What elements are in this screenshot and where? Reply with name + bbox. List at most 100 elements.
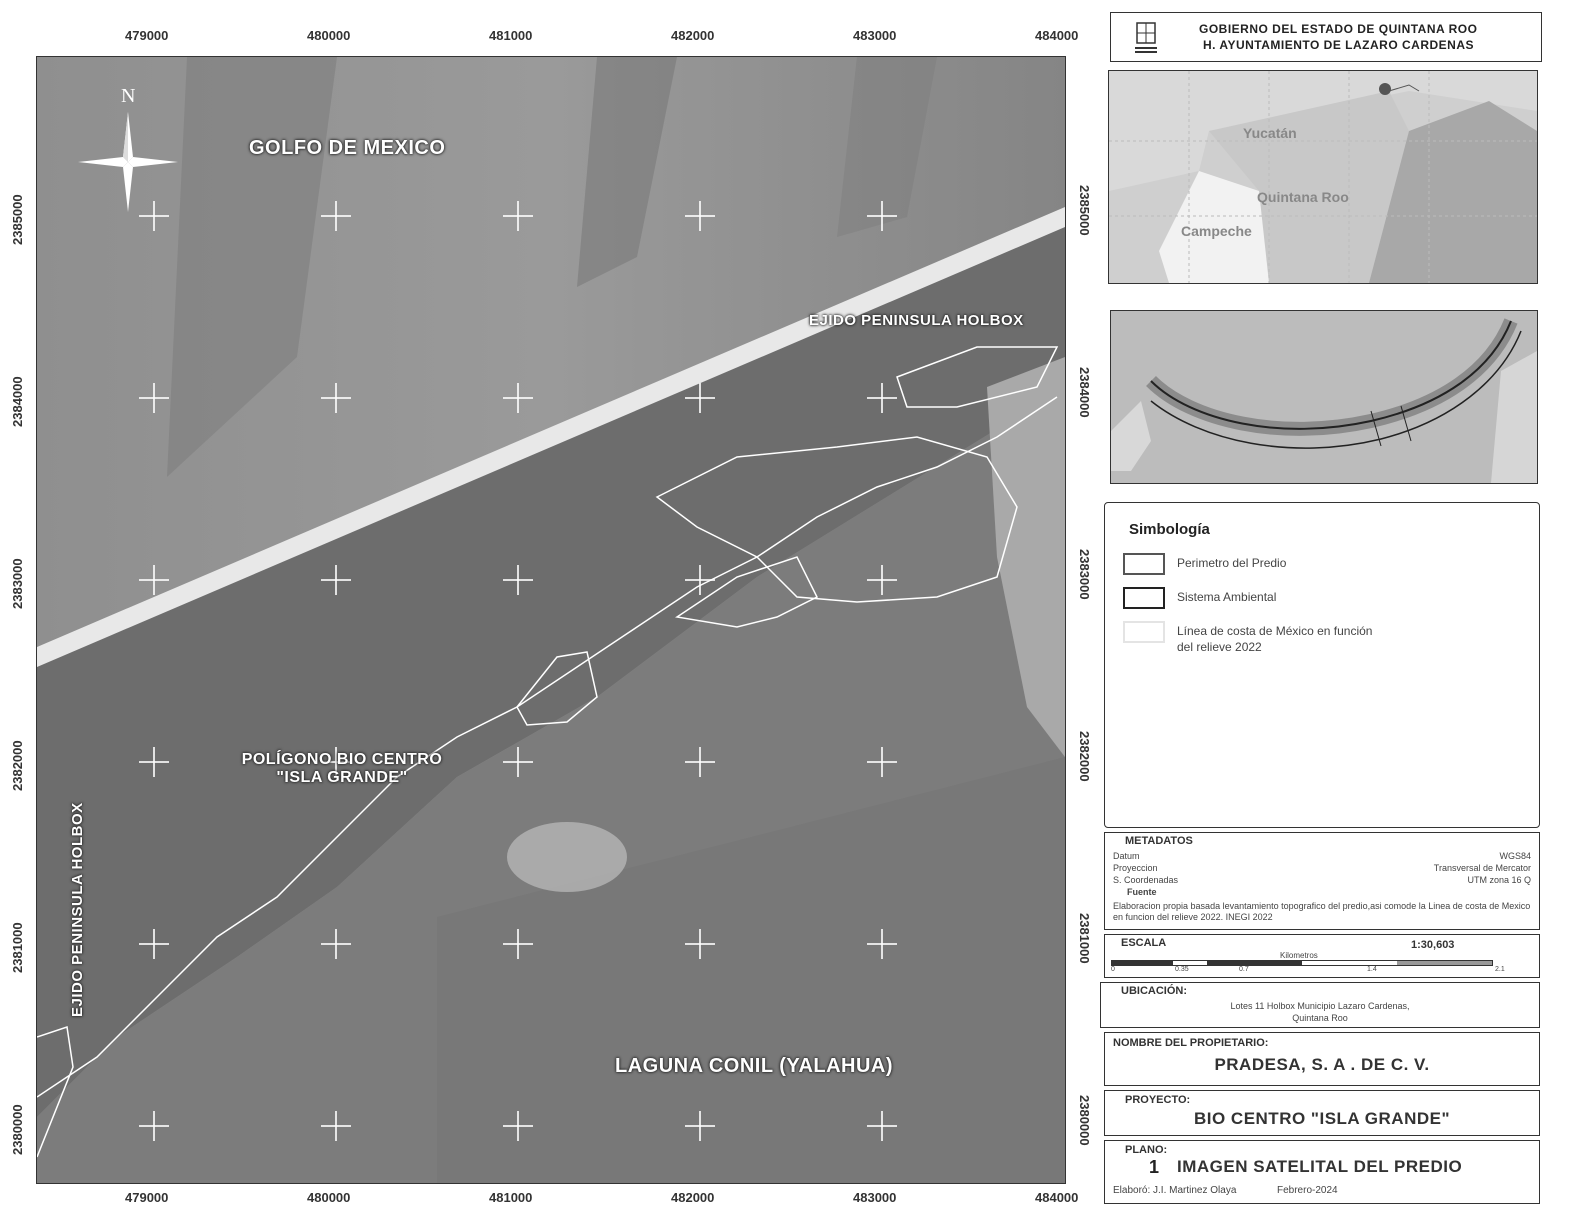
inset-region-imagery	[1109, 71, 1537, 283]
north-label: N	[121, 85, 136, 107]
grid-cross	[503, 201, 533, 231]
x-tick-label: 480000	[307, 28, 351, 43]
coords-label: S. Coordenadas	[1113, 875, 1179, 885]
x-tick-label: 482000	[671, 1190, 715, 1205]
grid-cross	[685, 747, 715, 777]
x-tick-label: 484000	[1035, 1190, 1079, 1205]
y-tick-label: 2385000	[10, 194, 25, 245]
label-laguna-conil: LAGUNA CONIL (YALAHUA)	[615, 1055, 894, 1077]
owner-name: PRADESA, S. A . DE C. V.	[1214, 1055, 1430, 1074]
inset-label-campeche: Campeche	[1181, 223, 1252, 239]
grid-cross	[867, 383, 897, 413]
source-text: Elaboracion propia basada levantamiento …	[1113, 901, 1531, 922]
x-tick-label: 479000	[125, 1190, 169, 1205]
y-tick-label: 2382000	[1077, 731, 1092, 782]
y-tick-label: 2383000	[10, 558, 25, 609]
label-poligono: POLÍGONO BIO CENTRO "ISLA GRANDE"	[232, 751, 452, 787]
grid-cross	[503, 929, 533, 959]
y-tick-label: 2383000	[1077, 549, 1092, 600]
scale-bar	[1111, 960, 1493, 966]
plan-date: Febrero-2024	[1277, 1185, 1338, 1196]
datum-value: WGS84	[1499, 851, 1531, 861]
grid-cross	[685, 1111, 715, 1141]
y-tick-label: 2381000	[10, 922, 25, 973]
coat-of-arms-icon	[1135, 22, 1157, 53]
inset-map-peninsula	[1110, 310, 1538, 484]
legend-title: Simbología	[1129, 521, 1210, 538]
scale-panel: ESCALA 1:30,603 Kilometros 0 0.35 0.7 1.4 2.…	[1104, 934, 1540, 978]
header-line2: H. AYUNTAMIENTO DE LAZARO CARDENAS	[1203, 38, 1475, 52]
metadata-panel: METADATOS Datum WGS84 Proyeccion Transve…	[1104, 832, 1540, 930]
metadata-title: METADATOS	[1125, 835, 1193, 847]
grid-cross	[321, 201, 351, 231]
grid-cross	[139, 747, 169, 777]
grid-cross	[867, 929, 897, 959]
y-tick-label: 2385000	[1077, 185, 1092, 236]
grid-cross	[139, 1111, 169, 1141]
location-line2: Quintana Roo	[1292, 1013, 1348, 1023]
project-title: PROYECTO:	[1125, 1094, 1191, 1106]
scale-tick-label: 0	[1111, 966, 1115, 973]
title-header: GOBIERNO DEL ESTADO DE QUINTANA ROO H. A…	[1110, 12, 1542, 62]
grid-cross	[139, 383, 169, 413]
owner-panel: NOMBRE DEL PROPIETARIO: PRADESA, S. A . …	[1104, 1032, 1540, 1086]
compass-rose-icon	[78, 112, 178, 212]
scale-tick-label: 0.7	[1239, 966, 1249, 973]
y-tick-label: 2380000	[10, 1104, 25, 1155]
grid-cross	[867, 1111, 897, 1141]
grid-cross	[685, 929, 715, 959]
grid-cross	[321, 1111, 351, 1141]
grid-cross	[321, 383, 351, 413]
grid-cross	[685, 383, 715, 413]
inset-map-region: Yucatán Quintana Roo Campeche	[1108, 70, 1538, 284]
x-tick-label: 483000	[853, 28, 897, 43]
plan-panel: PLANO: 1 IMAGEN SATELITAL DEL PREDIO Ela…	[1104, 1140, 1540, 1204]
inset-label-yucatan: Yucatán	[1243, 125, 1297, 141]
location-line1: Lotes 11 Holbox Municipio Lazaro Cardena…	[1230, 1001, 1410, 1011]
grid-cross	[503, 383, 533, 413]
plan-title: PLANO:	[1125, 1144, 1168, 1156]
owner-title: NOMBRE DEL PROPIETARIO:	[1113, 1037, 1269, 1049]
label-ejido-left: EJIDO PENINSULA HOLBOX	[69, 802, 86, 1017]
grid-cross	[867, 565, 897, 595]
x-tick-label: 480000	[307, 1190, 351, 1205]
grid-cross	[867, 201, 897, 231]
location-panel: UBICACIÓN: Lotes 11 Holbox Municipio Laz…	[1100, 982, 1540, 1028]
x-tick-label: 481000	[489, 28, 533, 43]
x-tick-label: 483000	[853, 1190, 897, 1205]
scale-tick-label: 2.1	[1495, 966, 1505, 973]
plan-name: IMAGEN SATELITAL DEL PREDIO	[1177, 1157, 1463, 1176]
location-title: UBICACIÓN:	[1121, 985, 1187, 997]
satellite-map[interactable]: N GOLFO DE MEXICO EJIDO PENINSULA HOLBOX…	[36, 56, 1066, 1184]
north-arrow: N	[73, 85, 183, 215]
label-poligono-line1: POLÍGONO BIO CENTRO	[241, 751, 443, 768]
y-tick-label: 2384000	[10, 376, 25, 427]
scale-tick-label: 0.35	[1175, 966, 1189, 973]
grid-cross	[867, 747, 897, 777]
y-tick-label: 2380000	[1077, 1095, 1092, 1146]
y-tick-label: 2382000	[10, 740, 25, 791]
datum-label: Datum	[1113, 851, 1140, 861]
x-tick-label: 484000	[1035, 28, 1079, 43]
x-tick-label: 482000	[671, 28, 715, 43]
scale-ratio: 1:30,603	[1411, 939, 1455, 951]
grid-cross	[503, 565, 533, 595]
source-label: Fuente	[1127, 887, 1157, 897]
inset-label-quintana-roo: Quintana Roo	[1257, 189, 1349, 205]
grid-cross	[503, 747, 533, 777]
y-tick-label: 2381000	[1077, 913, 1092, 964]
x-tick-label: 479000	[125, 28, 169, 43]
scale-tick-label: 1.4	[1367, 966, 1377, 973]
y-tick-label: 2384000	[1077, 367, 1092, 418]
label-ejido-top: EJIDO PENINSULA HOLBOX	[809, 312, 1024, 329]
plan-number: 1	[1149, 1157, 1160, 1177]
grid-cross	[139, 929, 169, 959]
label-golfo-de-mexico: GOLFO DE MEXICO	[249, 137, 446, 159]
project-panel: PROYECTO: BIO CENTRO "ISLA GRANDE"	[1104, 1090, 1540, 1136]
satellite-imagery	[37, 57, 1065, 1183]
scale-title: ESCALA	[1121, 937, 1167, 949]
legend-label: Línea de costa de México en función del …	[1177, 624, 1373, 654]
legend-label: Perimetro del Predio	[1177, 556, 1287, 570]
grid-cross	[685, 565, 715, 595]
coords-value: UTM zona 16 Q	[1467, 875, 1531, 885]
